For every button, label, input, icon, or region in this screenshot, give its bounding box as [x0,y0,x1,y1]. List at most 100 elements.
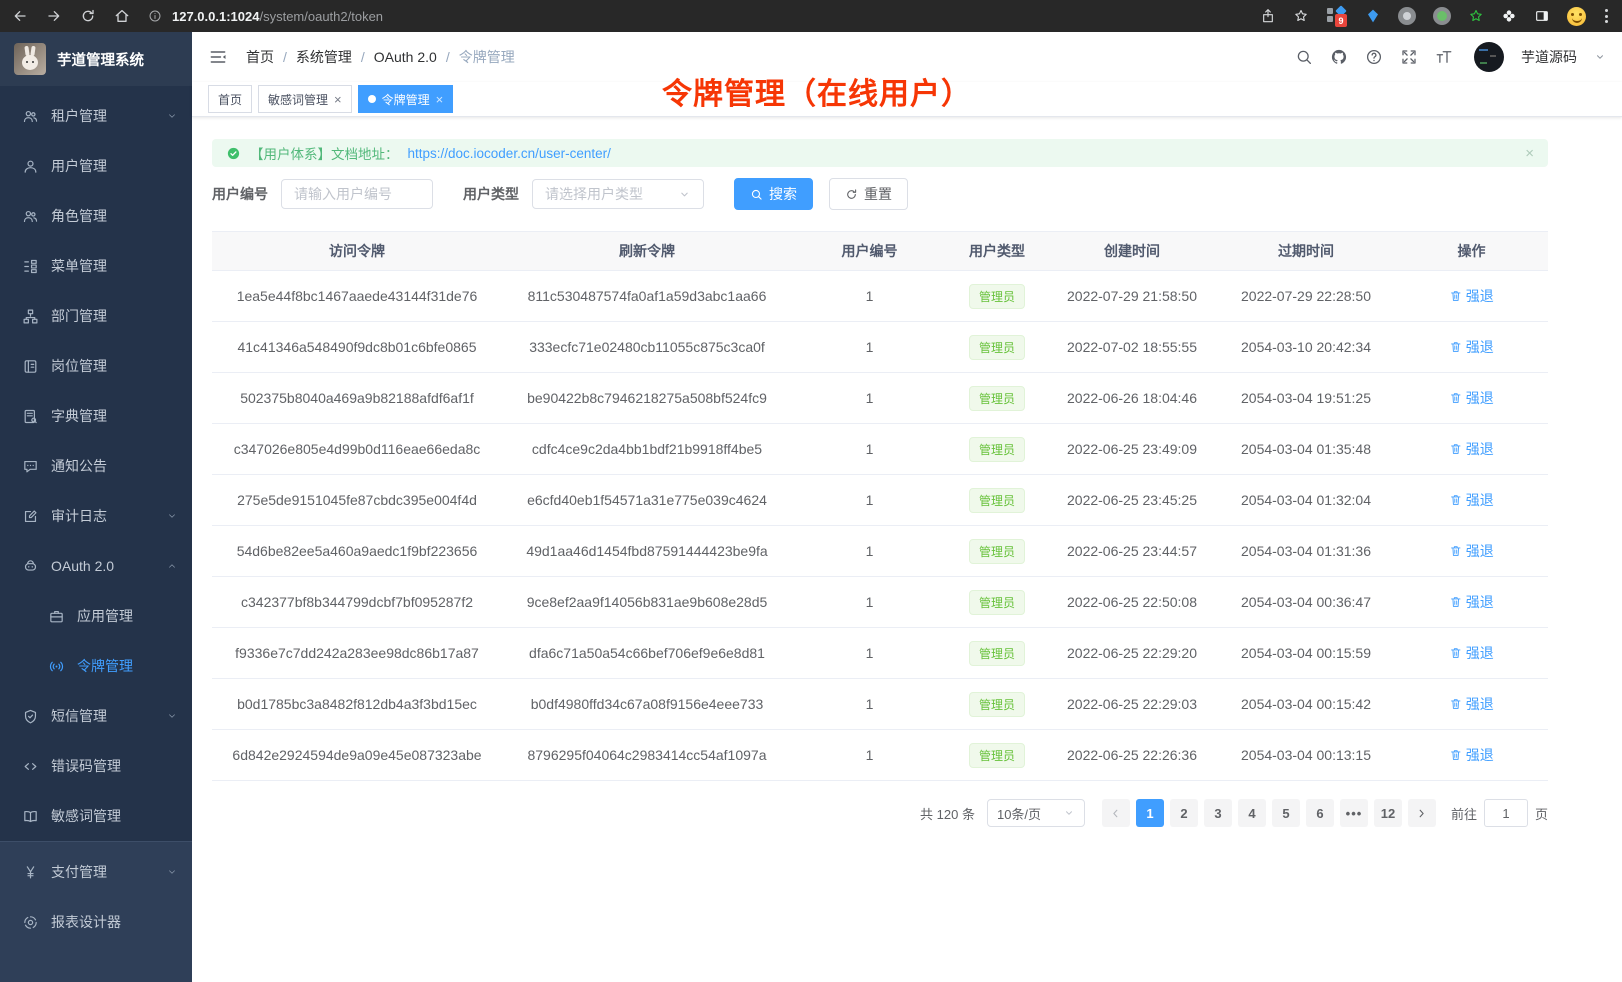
sidebar-item-OAuth 2.0[interactable]: OAuth 2.0 [0,541,192,591]
page-button-2[interactable]: 2 [1170,799,1198,827]
sidebar-item-错误码管理[interactable]: 错误码管理 [0,741,192,791]
sidebar-item-支付管理[interactable]: 支付管理 [0,847,192,897]
app-logo-row[interactable]: 芋道管理系统 [0,32,192,86]
browser-reload-icon[interactable] [80,8,96,24]
sidebar-item-字典管理[interactable]: 字典管理 [0,391,192,441]
force-logout-button[interactable]: 强退 [1449,592,1494,612]
sidebar-item-label: 错误码管理 [51,756,121,776]
breadcrumb: 首页/系统管理/OAuth 2.0/令牌管理 [246,47,515,67]
expire-time-cell: 2022-07-29 22:28:50 [1217,271,1395,322]
extensions-icon[interactable]: 9 [1326,5,1348,27]
more-pages-button[interactable]: ••• [1340,799,1368,827]
extension-record-icon[interactable] [1433,7,1451,25]
sidebar-menu: 租户管理用户管理角色管理菜单管理部门管理岗位管理字典管理通知公告审计日志 OAut… [0,86,192,841]
create-time-cell: 2022-06-25 23:49:09 [1047,424,1217,475]
gem-extension-icon[interactable] [1365,8,1381,24]
force-logout-button[interactable]: 强退 [1449,286,1494,306]
tab-close-icon[interactable]: × [334,93,342,106]
font-size-icon[interactable] [1435,48,1453,66]
sidebar-item-租户管理[interactable]: 租户管理 [0,91,192,141]
avatar[interactable] [1474,42,1504,72]
breadcrumb-item[interactable]: OAuth 2.0 [374,49,437,65]
sidebar-toggle-icon[interactable] [1534,8,1550,24]
page-button-3[interactable]: 3 [1204,799,1232,827]
address-bar[interactable]: 127.0.0.1:1024/system/oauth2/token [148,9,1248,24]
sidebar-collapse-icon[interactable] [208,47,228,67]
user-id-input[interactable] [281,179,433,209]
breadcrumb-item[interactable]: 首页 [246,47,274,67]
sidebar-item-令牌管理[interactable]: 令牌管理 [0,641,192,691]
github-icon[interactable] [1330,48,1348,66]
force-logout-button[interactable]: 强退 [1449,490,1494,510]
page-button-6[interactable]: 6 [1306,799,1334,827]
sidebar-item-label: OAuth 2.0 [51,558,114,574]
sidebar-item-岗位管理[interactable]: 岗位管理 [0,341,192,391]
prev-page-button[interactable] [1102,799,1130,827]
page-button-12[interactable]: 12 [1374,799,1402,827]
select-arrow-icon [1063,807,1075,819]
page-button-1[interactable]: 1 [1136,799,1164,827]
reset-button[interactable]: 重置 [829,178,908,210]
sidebar-item-部门管理[interactable]: 部门管理 [0,291,192,341]
goto-page-input[interactable] [1484,799,1528,827]
force-logout-button[interactable]: 强退 [1449,694,1494,714]
sidebar-item-菜单管理[interactable]: 菜单管理 [0,241,192,291]
force-logout-button[interactable]: 强退 [1449,439,1494,459]
sidebar-item-报表设计器[interactable]: 报表设计器 [0,897,192,947]
column-header: 用户编号 [792,232,947,271]
page-button-4[interactable]: 4 [1238,799,1266,827]
page-size-select[interactable]: 10条/页 [987,799,1085,827]
force-logout-button[interactable]: 强退 [1449,541,1494,561]
token-table: 访问令牌刷新令牌用户编号用户类型创建时间过期时间操作 1ea5e44f8bc14… [212,231,1548,781]
page-button-5[interactable]: 5 [1272,799,1300,827]
sidebar-item-敏感词管理[interactable]: 敏感词管理 [0,791,192,841]
profile-emoji-icon[interactable] [1567,7,1586,26]
force-logout-button[interactable]: 强退 [1449,337,1494,357]
table-row: b0d1785bc3a8482f812db4a3f3bd15ecb0df4980… [212,679,1548,730]
browser-forward-icon[interactable] [46,8,62,24]
fullscreen-icon[interactable] [1400,48,1418,66]
sidebar-item-用户管理[interactable]: 用户管理 [0,141,192,191]
user-id-cell: 1 [792,424,947,475]
sidebar-item-通知公告[interactable]: 通知公告 [0,441,192,491]
view-tab-令牌管理[interactable]: 令牌管理× [358,85,454,113]
alert-close-icon[interactable]: × [1525,145,1534,162]
browser-back-icon[interactable] [12,8,28,24]
sidebar-menu-lower: 支付管理报表设计器 [0,841,192,982]
trash-icon [1449,289,1463,303]
evernote-star-icon[interactable] [1468,8,1484,24]
sidebar-item-label: 短信管理 [51,706,107,726]
sidebar-item-应用管理[interactable]: 应用管理 [0,591,192,641]
search-icon[interactable] [1295,48,1313,66]
search-button[interactable]: 搜索 [734,178,813,210]
doc-link[interactable]: https://doc.iocoder.cn/user-center/ [408,146,611,161]
user-menu-caret-icon[interactable] [1594,51,1606,63]
trash-icon [1449,748,1463,762]
next-page-button[interactable] [1408,799,1436,827]
app-logo [14,43,46,75]
user-type-select[interactable]: 请选择用户类型 [532,179,704,209]
sidebar-item-短信管理[interactable]: 短信管理 [0,691,192,741]
share-icon[interactable] [1260,8,1276,24]
help-icon[interactable] [1365,48,1383,66]
force-logout-button[interactable]: 强退 [1449,745,1494,765]
user-id-cell: 1 [792,628,947,679]
sidebar-item-角色管理[interactable]: 角色管理 [0,191,192,241]
force-logout-button[interactable]: 强退 [1449,643,1494,663]
trash-icon [1449,697,1463,711]
view-tab-首页[interactable]: 首页 [208,85,252,113]
browser-menu-icon[interactable] [1603,9,1610,23]
refresh-token-cell: be90422b8c7946218275a508bf524fc9 [502,373,792,424]
breadcrumb-item[interactable]: 系统管理 [296,47,352,67]
extension-circle-icon[interactable] [1398,7,1416,25]
browser-home-icon[interactable] [114,8,130,24]
force-logout-button[interactable]: 强退 [1449,388,1494,408]
puzzle-extension-icon[interactable] [1501,8,1517,24]
site-info-icon[interactable] [148,9,162,23]
sidebar-item-审计日志[interactable]: 审计日志 [0,491,192,541]
bookmark-star-icon[interactable] [1293,8,1309,24]
view-tab-敏感词管理[interactable]: 敏感词管理× [258,85,352,113]
tab-close-icon[interactable]: × [436,93,444,106]
url-text[interactable]: 127.0.0.1:1024/system/oauth2/token [172,9,383,24]
username[interactable]: 芋道源码 [1521,47,1577,67]
